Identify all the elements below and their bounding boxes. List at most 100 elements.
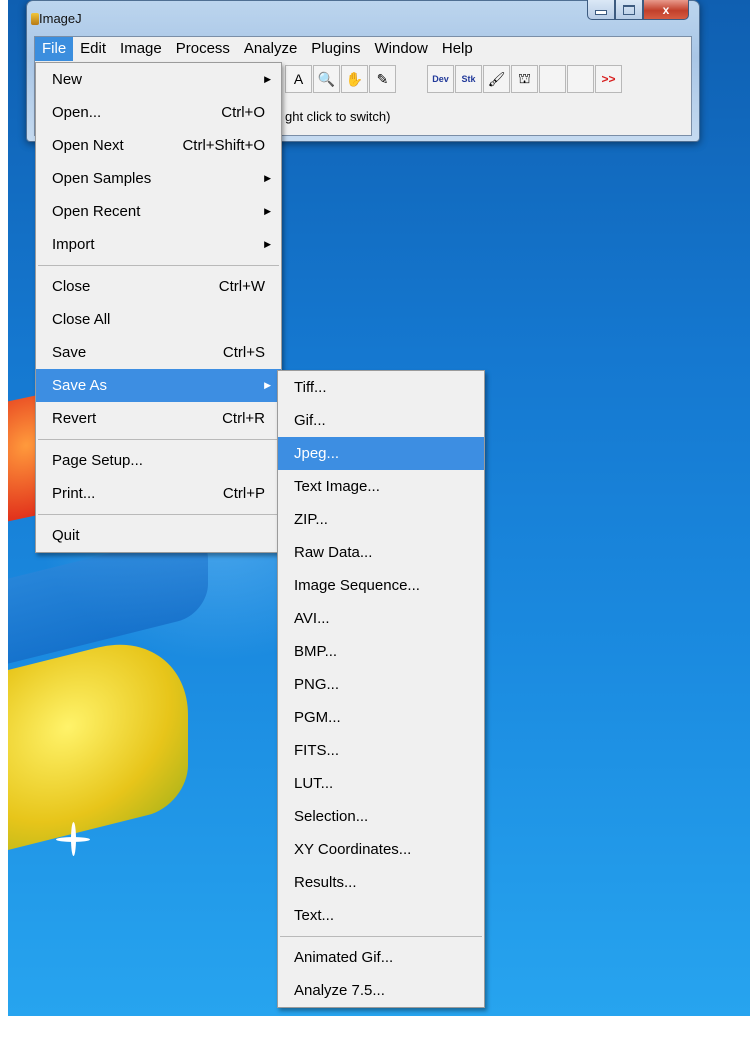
maximize-button[interactable] — [615, 0, 643, 20]
submenu-item-gif[interactable]: Gif... — [278, 404, 484, 437]
bottom-margin — [0, 1016, 750, 1046]
menu-item-label: Open... — [52, 104, 102, 121]
menu-item-save[interactable]: Save Ctrl+S — [36, 336, 281, 369]
submenu-item-text-image[interactable]: Text Image... — [278, 470, 484, 503]
menu-item-label: Revert — [52, 410, 97, 427]
menu-file[interactable]: File — [35, 37, 74, 61]
menu-item-label: Open Next — [52, 137, 124, 154]
shortcut-label: Ctrl+W — [218, 278, 265, 295]
more-tools-icon[interactable]: >> — [595, 65, 622, 93]
menu-item-import[interactable]: Import ▶ — [36, 228, 281, 261]
brush-tool-icon[interactable]: 🖌 — [483, 65, 510, 93]
submenu-item-results[interactable]: Results... — [278, 866, 484, 899]
text-tool-icon[interactable]: A — [285, 65, 312, 93]
minimize-button[interactable] — [587, 0, 615, 20]
windows-logo-yellow — [8, 625, 188, 855]
menu-item-close-all[interactable]: Close All — [36, 303, 281, 336]
dropper-tool-icon[interactable]: ✎ — [369, 65, 396, 93]
submenu-item-analyze[interactable]: Analyze 7.5... — [278, 974, 484, 1007]
menu-window[interactable]: Window — [368, 37, 435, 61]
menu-item-label: Quit — [52, 527, 80, 544]
submenu-arrow-icon: ▶ — [264, 74, 271, 84]
menu-item-label: Print... — [52, 485, 96, 502]
maximize-icon — [623, 4, 635, 15]
menu-item-revert[interactable]: Revert Ctrl+R — [36, 402, 281, 435]
imagej-app-icon — [31, 13, 39, 25]
stk-label: Stk — [461, 74, 476, 84]
submenu-item-avi[interactable]: AVI... — [278, 602, 484, 635]
submenu-item-jpeg[interactable]: Jpeg... — [278, 437, 484, 470]
menu-item-open-next[interactable]: Open Next Ctrl+Shift+O — [36, 129, 281, 162]
close-button[interactable]: x — [643, 0, 689, 20]
menu-item-open[interactable]: Open... Ctrl+O — [36, 96, 281, 129]
submenu-arrow-icon: ▶ — [264, 206, 271, 216]
menu-item-label: New — [52, 71, 83, 88]
file-menu: New ▶ Open... Ctrl+O Open Next Ctrl+Shift+O… — [35, 62, 282, 553]
menu-separator — [38, 265, 279, 266]
window-title-text: ImageJ — [39, 11, 82, 26]
stk-tool-button[interactable]: Stk — [455, 65, 482, 93]
menu-item-label: Save As — [52, 377, 108, 394]
menu-item-label: Open Recent — [52, 203, 141, 220]
menu-separator — [38, 514, 279, 515]
shortcut-label: Ctrl+Shift+O — [182, 137, 265, 154]
menu-separator — [280, 936, 482, 937]
minimize-icon — [595, 10, 607, 15]
sparkle-decoration — [56, 822, 90, 856]
menu-item-label: Import — [52, 236, 95, 253]
window-controls: x — [587, 0, 689, 20]
submenu-item-bmp[interactable]: BMP... — [278, 635, 484, 668]
submenu-item-lut[interactable]: LUT... — [278, 767, 484, 800]
submenu-item-animated-gif[interactable]: Animated Gif... — [278, 941, 484, 974]
submenu-item-png[interactable]: PNG... — [278, 668, 484, 701]
menu-item-label: Save — [52, 344, 87, 361]
submenu-item-zip[interactable]: ZIP... — [278, 503, 484, 536]
menu-item-close[interactable]: Close Ctrl+W — [36, 270, 281, 303]
dev-tool-button[interactable]: Dev — [427, 65, 454, 93]
menu-analyze[interactable]: Analyze — [237, 37, 304, 61]
menu-item-label: Close — [52, 278, 91, 295]
dev-label: Dev — [432, 74, 449, 84]
submenu-item-xy-coordinates[interactable]: XY Coordinates... — [278, 833, 484, 866]
menu-edit[interactable]: Edit — [73, 37, 113, 61]
menu-item-open-recent[interactable]: Open Recent ▶ — [36, 195, 281, 228]
empty-tool-slot[interactable] — [567, 65, 594, 93]
tool-bar: A 🔍 ✋ ✎ Dev Stk 🖌 ⛫ >> — [285, 65, 623, 93]
status-bar-text: ght click to switch) — [285, 109, 391, 124]
flood-fill-tool-icon[interactable]: ⛫ — [511, 65, 538, 93]
menu-item-label: Close All — [52, 311, 111, 328]
submenu-item-raw-data[interactable]: Raw Data... — [278, 536, 484, 569]
menu-help[interactable]: Help — [435, 37, 480, 61]
menu-item-print[interactable]: Print... Ctrl+P — [36, 477, 281, 510]
menu-item-save-as[interactable]: Save As ▶ — [36, 369, 281, 402]
submenu-item-selection[interactable]: Selection... — [278, 800, 484, 833]
shortcut-label: Ctrl+O — [221, 104, 265, 121]
magnifier-tool-icon[interactable]: 🔍 — [313, 65, 340, 93]
menu-item-page-setup[interactable]: Page Setup... — [36, 444, 281, 477]
submenu-item-pgm[interactable]: PGM... — [278, 701, 484, 734]
menu-bar: File Edit Image Process Analyze Plugins … — [35, 37, 480, 61]
menu-separator — [38, 439, 279, 440]
shortcut-label: Ctrl+S — [222, 344, 265, 361]
submenu-item-fits[interactable]: FITS... — [278, 734, 484, 767]
menu-process[interactable]: Process — [169, 37, 237, 61]
menu-item-label: Open Samples — [52, 170, 152, 187]
shortcut-label: Ctrl+P — [222, 485, 265, 502]
hand-tool-icon[interactable]: ✋ — [341, 65, 368, 93]
submenu-arrow-icon: ▶ — [264, 173, 271, 183]
shortcut-label: Ctrl+R — [222, 410, 265, 427]
menu-item-quit[interactable]: Quit — [36, 519, 281, 552]
submenu-arrow-icon: ▶ — [264, 380, 271, 390]
menu-item-new[interactable]: New ▶ — [36, 63, 281, 96]
menu-item-label: Page Setup... — [52, 452, 143, 469]
close-icon: x — [662, 2, 670, 17]
submenu-arrow-icon: ▶ — [264, 239, 271, 249]
menu-plugins[interactable]: Plugins — [304, 37, 367, 61]
menu-image[interactable]: Image — [113, 37, 169, 61]
menu-item-open-samples[interactable]: Open Samples ▶ — [36, 162, 281, 195]
submenu-item-image-sequence[interactable]: Image Sequence... — [278, 569, 484, 602]
submenu-item-tiff[interactable]: Tiff... — [278, 371, 484, 404]
window-title: ImageJ — [31, 11, 82, 26]
submenu-item-text[interactable]: Text... — [278, 899, 484, 932]
empty-tool-slot[interactable] — [539, 65, 566, 93]
